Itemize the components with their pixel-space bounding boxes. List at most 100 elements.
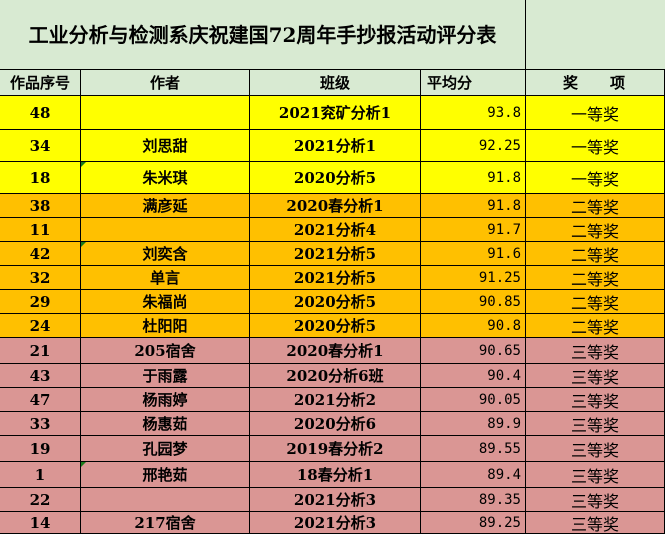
row-id[interactable]: 18 <box>0 162 81 194</box>
row-score[interactable]: 90.05 <box>421 388 526 412</box>
row-id[interactable]: 29 <box>0 290 81 314</box>
header-award[interactable]: 奖 项 <box>526 70 665 96</box>
header-class[interactable]: 班级 <box>250 70 421 96</box>
row-class[interactable]: 2021分析5 <box>250 242 421 266</box>
row-author[interactable]: 单言 <box>81 266 250 290</box>
row-author[interactable] <box>81 96 250 130</box>
table-row: 47 杨雨婷 2021分析2 90.05 三等奖 <box>0 388 665 412</box>
title-side-cell[interactable] <box>526 0 665 70</box>
table-row: 34 刘思甜 2021分析1 92.25 一等奖 <box>0 130 665 162</box>
row-class[interactable]: 2021分析5 <box>250 266 421 290</box>
row-id[interactable]: 24 <box>0 314 81 338</box>
row-award[interactable]: 一等奖 <box>526 96 665 130</box>
row-score[interactable]: 91.8 <box>421 162 526 194</box>
row-score[interactable]: 90.65 <box>421 338 526 364</box>
row-class[interactable]: 2020分析5 <box>250 314 421 338</box>
row-class[interactable]: 2021分析4 <box>250 218 421 242</box>
row-score[interactable]: 89.55 <box>421 436 526 462</box>
row-class[interactable]: 2021分析3 <box>250 488 421 512</box>
row-author[interactable]: 朱福尚 <box>81 290 250 314</box>
row-class[interactable]: 2020春分析1 <box>250 194 421 218</box>
row-author[interactable]: 205宿舍 <box>81 338 250 364</box>
row-id[interactable]: 22 <box>0 488 81 512</box>
row-class[interactable]: 2021兖矿分析1 <box>250 96 421 130</box>
row-score[interactable]: 91.7 <box>421 218 526 242</box>
table-row: 18 朱米琪 2020分析5 91.8 一等奖 <box>0 162 665 194</box>
row-class[interactable]: 2020分析5 <box>250 162 421 194</box>
row-class[interactable]: 2020分析5 <box>250 290 421 314</box>
row-id[interactable]: 19 <box>0 436 81 462</box>
row-author[interactable]: 217宿舍 <box>81 512 250 534</box>
row-score[interactable]: 89.35 <box>421 488 526 512</box>
row-author[interactable]: 孔园梦 <box>81 436 250 462</box>
row-award[interactable]: 三等奖 <box>526 388 665 412</box>
row-id[interactable]: 14 <box>0 512 81 534</box>
row-author[interactable] <box>81 488 250 512</box>
row-id[interactable]: 21 <box>0 338 81 364</box>
row-award[interactable]: 三等奖 <box>526 512 665 534</box>
row-id[interactable]: 47 <box>0 388 81 412</box>
row-score[interactable]: 91.25 <box>421 266 526 290</box>
row-award[interactable]: 二等奖 <box>526 218 665 242</box>
row-award[interactable]: 三等奖 <box>526 338 665 364</box>
row-score[interactable]: 91.8 <box>421 194 526 218</box>
row-award[interactable]: 一等奖 <box>526 130 665 162</box>
row-score[interactable]: 89.9 <box>421 412 526 436</box>
header-score[interactable]: 平均分 <box>421 70 526 96</box>
header-author[interactable]: 作者 <box>81 70 250 96</box>
row-award[interactable]: 三等奖 <box>526 488 665 512</box>
row-author[interactable]: 杨雨婷 <box>81 388 250 412</box>
row-class[interactable]: 2021分析1 <box>250 130 421 162</box>
row-award[interactable]: 二等奖 <box>526 194 665 218</box>
row-id[interactable]: 11 <box>0 218 81 242</box>
row-author[interactable]: 邢艳茹 <box>81 462 250 488</box>
table-row: 33 杨惠茹 2020分析6 89.9 三等奖 <box>0 412 665 436</box>
row-score[interactable]: 90.4 <box>421 364 526 388</box>
row-award[interactable]: 三等奖 <box>526 436 665 462</box>
row-class[interactable]: 2020分析6班 <box>250 364 421 388</box>
row-class[interactable]: 2021分析2 <box>250 388 421 412</box>
row-score[interactable]: 90.8 <box>421 314 526 338</box>
row-award[interactable]: 一等奖 <box>526 162 665 194</box>
table-row: 1 邢艳茹 18春分析1 89.4 三等奖 <box>0 462 665 488</box>
table-row: 11 2021分析4 91.7 二等奖 <box>0 218 665 242</box>
row-score[interactable]: 92.25 <box>421 130 526 162</box>
row-id[interactable]: 48 <box>0 96 81 130</box>
row-award[interactable]: 二等奖 <box>526 266 665 290</box>
row-award[interactable]: 二等奖 <box>526 242 665 266</box>
row-author[interactable]: 满彦延 <box>81 194 250 218</box>
row-id[interactable]: 1 <box>0 462 81 488</box>
row-award[interactable]: 三等奖 <box>526 462 665 488</box>
row-id[interactable]: 38 <box>0 194 81 218</box>
table-row: 38 满彦延 2020春分析1 91.8 二等奖 <box>0 194 665 218</box>
row-award[interactable]: 二等奖 <box>526 314 665 338</box>
sheet-title[interactable]: 工业分析与检测系庆祝建国72周年手抄报活动评分表 <box>0 0 526 70</box>
row-award[interactable]: 三等奖 <box>526 412 665 436</box>
row-award[interactable]: 三等奖 <box>526 364 665 388</box>
row-class[interactable]: 18春分析1 <box>250 462 421 488</box>
row-award[interactable]: 二等奖 <box>526 290 665 314</box>
row-class[interactable]: 2021分析3 <box>250 512 421 534</box>
row-author[interactable]: 杨惠茹 <box>81 412 250 436</box>
row-id[interactable]: 34 <box>0 130 81 162</box>
row-class[interactable]: 2020春分析1 <box>250 338 421 364</box>
row-author[interactable]: 刘奕含 <box>81 242 250 266</box>
row-id[interactable]: 32 <box>0 266 81 290</box>
row-score[interactable]: 90.85 <box>421 290 526 314</box>
row-author[interactable]: 杜阳阳 <box>81 314 250 338</box>
table-row: 48 2021兖矿分析1 93.8 一等奖 <box>0 96 665 130</box>
row-score[interactable]: 89.4 <box>421 462 526 488</box>
row-id[interactable]: 42 <box>0 242 81 266</box>
row-score[interactable]: 91.6 <box>421 242 526 266</box>
row-author[interactable] <box>81 218 250 242</box>
row-author[interactable]: 于雨露 <box>81 364 250 388</box>
row-id[interactable]: 33 <box>0 412 81 436</box>
row-author[interactable]: 朱米琪 <box>81 162 250 194</box>
row-class[interactable]: 2020分析6 <box>250 412 421 436</box>
row-class[interactable]: 2019春分析2 <box>250 436 421 462</box>
header-id[interactable]: 作品序号 <box>0 70 81 96</box>
row-score[interactable]: 89.25 <box>421 512 526 534</box>
row-id[interactable]: 43 <box>0 364 81 388</box>
row-score[interactable]: 93.8 <box>421 96 526 130</box>
row-author[interactable]: 刘思甜 <box>81 130 250 162</box>
